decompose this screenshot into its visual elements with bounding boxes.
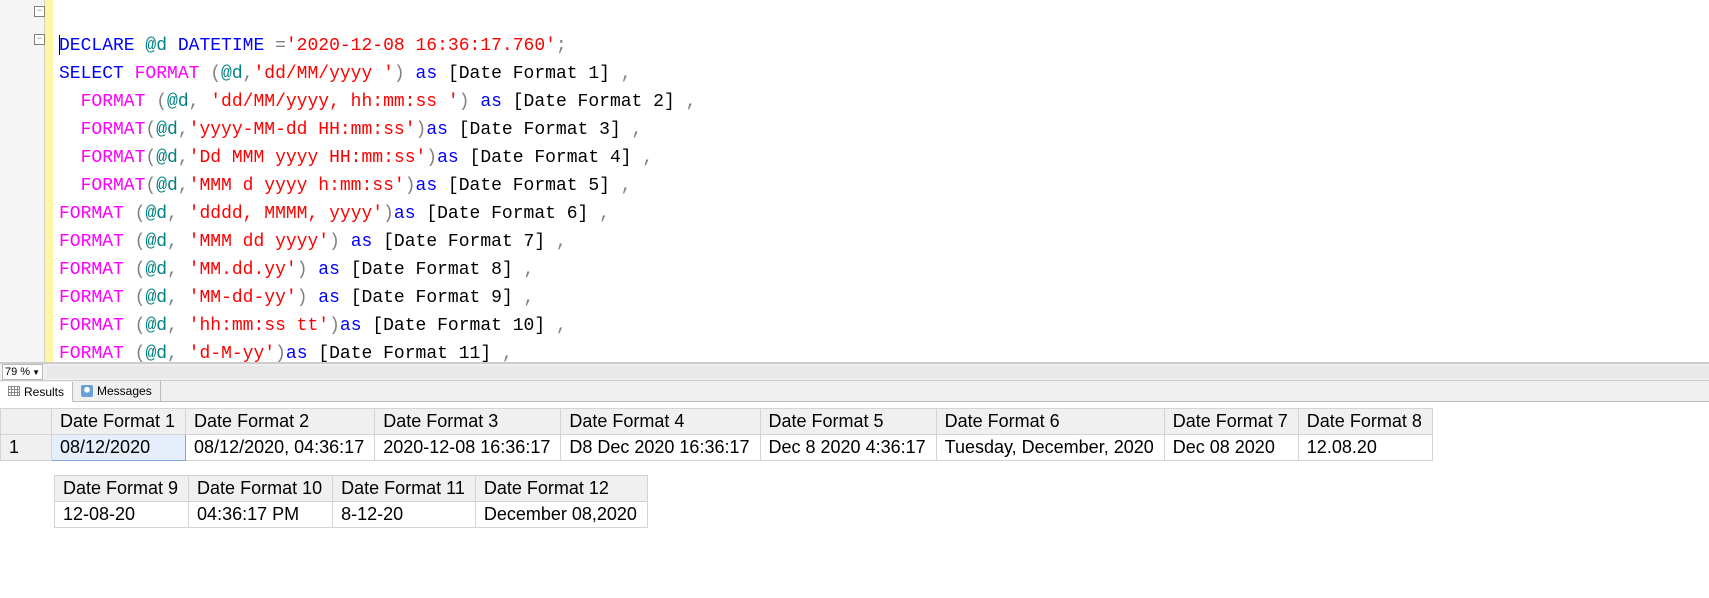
sql-editor[interactable]: − − DECLARE @d DATETIME ='2020-12-08 16:… (0, 0, 1709, 363)
horizontal-scrollbar[interactable] (47, 366, 1709, 378)
col-header[interactable]: Date Format 3 (375, 409, 561, 435)
col-header[interactable]: Date Format 9 (55, 476, 189, 502)
col-header[interactable]: Date Format 5 (760, 409, 936, 435)
change-marker (45, 0, 53, 362)
col-header[interactable]: Date Format 12 (475, 476, 647, 502)
cell[interactable]: 04:36:17 PM (189, 502, 333, 528)
zoom-dropdown[interactable]: 79 % ▼ (2, 364, 43, 380)
results-pane: Date Format 1 Date Format 2 Date Format … (0, 402, 1709, 528)
tab-results[interactable]: Results (0, 382, 73, 402)
code-area[interactable]: DECLARE @d DATETIME ='2020-12-08 16:36:1… (53, 0, 1709, 362)
table-row[interactable]: 1 08/12/2020 08/12/2020, 04:36:17 2020-1… (1, 435, 1433, 461)
grid-icon (8, 386, 20, 398)
outline-gutter: − − (10, 0, 45, 362)
tab-messages[interactable]: Messages (73, 381, 161, 401)
col-header[interactable]: Date Format 10 (189, 476, 333, 502)
cell[interactable]: Tuesday, December, 2020 (936, 435, 1164, 461)
header-row: Date Format 1 Date Format 2 Date Format … (1, 409, 1433, 435)
results-tabs: Results Messages (0, 381, 1709, 402)
cell[interactable]: 8-12-20 (333, 502, 476, 528)
col-header[interactable]: Date Format 6 (936, 409, 1164, 435)
cell[interactable]: D8 Dec 2020 16:36:17 (561, 435, 760, 461)
cell[interactable]: 2020-12-08 16:36:17 (375, 435, 561, 461)
col-header[interactable]: Date Format 11 (333, 476, 476, 502)
header-row: Date Format 9 Date Format 10 Date Format… (55, 476, 648, 502)
cell[interactable]: Dec 08 2020 (1164, 435, 1298, 461)
col-header[interactable]: Date Format 1 (52, 409, 186, 435)
rownum-cell[interactable]: 1 (1, 435, 52, 461)
cell[interactable]: Dec 8 2020 4:36:17 (760, 435, 936, 461)
tab-label: Results (24, 385, 64, 399)
zoom-value: 79 % (5, 366, 30, 378)
message-icon (81, 385, 93, 397)
fold-minus-icon[interactable]: − (34, 34, 45, 45)
table-row[interactable]: 12-08-20 04:36:17 PM 8-12-20 December 08… (55, 502, 648, 528)
cell[interactable]: 12-08-20 (55, 502, 189, 528)
col-header[interactable]: Date Format 8 (1298, 409, 1432, 435)
cell[interactable]: December 08,2020 (475, 502, 647, 528)
results-grid[interactable]: Date Format 1 Date Format 2 Date Format … (0, 408, 1433, 461)
col-header[interactable]: Date Format 2 (186, 409, 375, 435)
cell[interactable]: 12.08.20 (1298, 435, 1432, 461)
gutter-margin (0, 0, 10, 362)
results-grid-continued[interactable]: Date Format 9 Date Format 10 Date Format… (54, 475, 648, 528)
cell[interactable]: 08/12/2020, 04:36:17 (186, 435, 375, 461)
fold-minus-icon[interactable]: − (34, 6, 45, 17)
chevron-down-icon: ▼ (32, 368, 40, 377)
rownum-header[interactable] (1, 409, 52, 435)
col-header[interactable]: Date Format 7 (1164, 409, 1298, 435)
kw-declare: DECLARE (59, 36, 135, 56)
tab-label: Messages (97, 384, 152, 398)
col-header[interactable]: Date Format 4 (561, 409, 760, 435)
zoom-bar: 79 % ▼ (0, 363, 1709, 381)
cell[interactable]: 08/12/2020 (52, 435, 186, 461)
